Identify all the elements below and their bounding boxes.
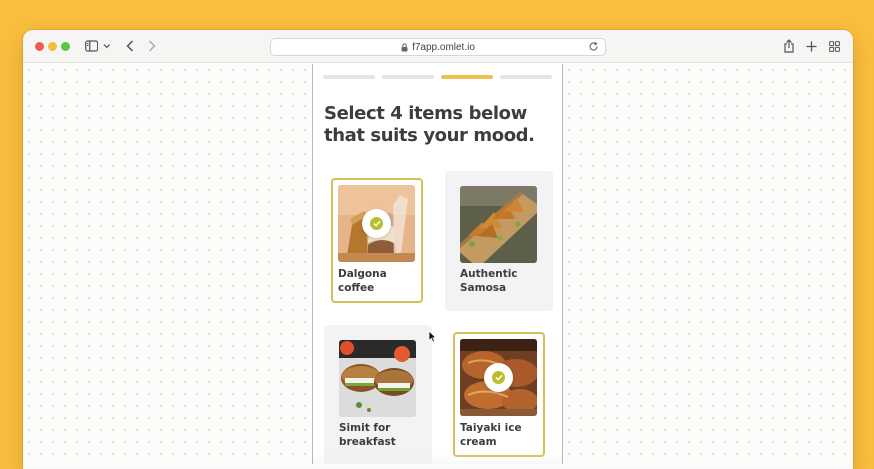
mouse-cursor-icon [428, 328, 437, 347]
item-label: Authentic Samosa [460, 268, 518, 294]
progress-steps [323, 75, 552, 79]
authentic-samosa-image [460, 186, 537, 263]
lock-icon [401, 42, 408, 52]
taiyaki-ice-cream-image [460, 339, 537, 416]
forward-button[interactable] [144, 38, 160, 54]
item-card-taiyaki-ice-cream[interactable]: Taiyaki ice cream [453, 332, 545, 457]
progress-step-1 [323, 75, 375, 79]
share-icon [784, 39, 794, 53]
back-icon [126, 40, 134, 52]
simit-for-breakfast-image [339, 340, 416, 417]
check-icon [494, 374, 503, 381]
share-button[interactable] [781, 38, 797, 54]
progress-step-4 [500, 75, 552, 79]
chevron-down-icon [103, 44, 111, 49]
item-label: Dalgona coffee [338, 268, 387, 294]
tab-overview-button[interactable] [826, 38, 842, 54]
window-bottom-edge [23, 464, 853, 469]
item-label: Taiyaki ice cream [460, 422, 522, 448]
check-icon [372, 220, 381, 227]
new-tab-button[interactable] [803, 38, 819, 54]
reload-icon[interactable] [588, 41, 599, 55]
selected-check-badge [484, 363, 513, 392]
address-bar[interactable]: f7app.omlet.io [270, 38, 606, 56]
progress-step-3 [441, 75, 493, 79]
browser-toolbar: f7app.omlet.io [23, 30, 853, 63]
page-title: Select 4 items below that suits your moo… [324, 103, 535, 146]
item-card-authentic-samosa[interactable]: Authentic Samosa [445, 171, 553, 311]
item-card-simit-for-breakfast[interactable]: Simit for breakfast [324, 325, 432, 465]
url-text: f7app.omlet.io [412, 41, 475, 53]
close-window-button[interactable] [35, 42, 44, 51]
back-button[interactable] [122, 38, 138, 54]
forward-icon [148, 40, 156, 52]
selected-check-badge [362, 209, 391, 238]
sidebar-toggle-button[interactable] [85, 38, 111, 54]
plus-icon [806, 41, 816, 51]
zoom-window-button[interactable] [61, 42, 70, 51]
item-label: Simit for breakfast [339, 422, 396, 448]
sidebar-icon [85, 40, 99, 52]
tab-grid-icon [828, 40, 840, 52]
dalgona-coffee-image [338, 185, 415, 262]
progress-step-2 [382, 75, 434, 79]
minimize-window-button[interactable] [48, 42, 57, 51]
page-canvas: Select 4 items below that suits your moo… [23, 64, 853, 469]
app-screen: Select 4 items below that suits your moo… [312, 64, 563, 469]
browser-window: f7app.omlet.io Select 4 items below that… [23, 30, 853, 469]
item-card-dalgona-coffee[interactable]: Dalgona coffee [331, 178, 423, 303]
